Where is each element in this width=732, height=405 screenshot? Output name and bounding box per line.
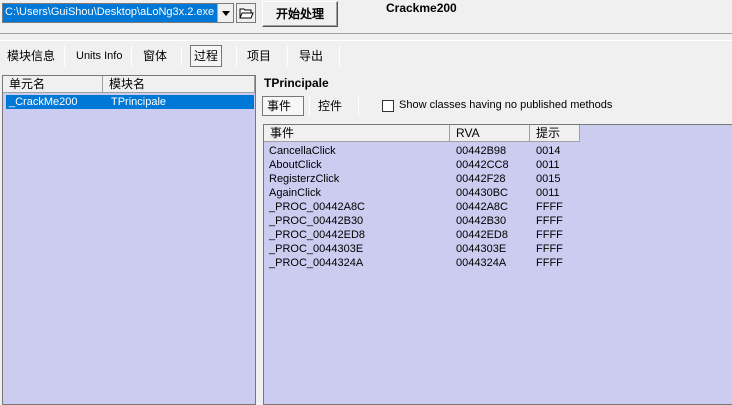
table-row[interactable]: _PROC_00442A8C 00442A8C FFFF <box>264 201 732 215</box>
list-item[interactable]: _CrackMe200 TPrincipale <box>6 95 254 109</box>
event-name: CancellaClick <box>269 145 336 157</box>
column-header-unit[interactable]: 单元名 <box>3 76 103 93</box>
column-header-hint[interactable]: 提示 <box>530 125 580 142</box>
event-name: _PROC_00442A8C <box>269 201 366 213</box>
event-name: AgainClick <box>269 187 321 199</box>
tab-separator <box>131 46 132 66</box>
progress-bar <box>0 33 732 41</box>
table-row[interactable]: _PROC_00442ED8 00442ED8 FFFF <box>264 229 732 243</box>
tab-forms[interactable]: 窗体 <box>140 45 170 67</box>
tab-controls[interactable]: 控件 <box>318 97 342 115</box>
event-hint: FFFF <box>536 243 563 255</box>
tab-separator <box>358 97 359 116</box>
column-header-rva[interactable]: RVA <box>450 125 530 142</box>
event-rva: 004430BC <box>456 187 508 199</box>
event-hint: 0011 <box>536 159 560 171</box>
event-rva: 00442ED8 <box>456 229 508 241</box>
event-name: RegisterzClick <box>269 173 340 185</box>
tab-exports[interactable]: 导出 <box>296 45 326 67</box>
column-header-module[interactable]: 模块名 <box>103 76 255 93</box>
unit-list[interactable]: 单元名 模块名 _CrackMe200 TPrincipale <box>2 75 256 405</box>
table-row[interactable]: RegisterzClick 00442F28 0015 <box>264 173 732 187</box>
event-name: _PROC_00442ED8 <box>269 229 366 241</box>
tab-separator <box>236 46 237 66</box>
open-file-button[interactable] <box>236 3 256 23</box>
folder-open-icon <box>239 8 254 19</box>
tab-separator <box>181 46 182 66</box>
event-hint: 0011 <box>536 187 560 199</box>
column-header-event[interactable]: 事件 <box>264 125 450 142</box>
event-list[interactable]: 事件 RVA 提示 CancellaClick 00442B98 0014 About… <box>263 124 732 405</box>
table-row[interactable]: CancellaClick 00442B98 0014 <box>264 145 732 159</box>
event-rva: 00442A8C <box>456 201 508 213</box>
table-row[interactable]: AgainClick 004430BC 0011 <box>264 187 732 201</box>
event-rva: 00442B30 <box>456 215 507 227</box>
file-path-value[interactable]: C:\Users\GuiShou\Desktop\aLoNg3x.2.exe <box>3 4 217 22</box>
tab-project[interactable]: 项目 <box>244 45 274 67</box>
event-rva: 0044324A <box>456 257 507 269</box>
tab-separator <box>339 46 340 66</box>
app-title: Crackme200 <box>386 1 457 15</box>
chevron-down-icon[interactable] <box>217 4 233 22</box>
file-path-combo[interactable]: C:\Users\GuiShou\Desktop\aLoNg3x.2.exe <box>2 3 234 23</box>
event-name: _PROC_00442B30 <box>269 215 364 227</box>
event-hint: 0014 <box>536 145 561 157</box>
start-process-button[interactable]: 开始处理 <box>262 1 338 27</box>
tab-module-info[interactable]: 模块信息 <box>4 45 58 67</box>
show-classes-checkbox[interactable] <box>382 100 394 112</box>
event-name: _PROC_0044324A <box>269 257 364 269</box>
event-rva: 00442F28 <box>456 173 506 185</box>
event-rva: 0044303E <box>456 243 507 255</box>
table-row[interactable]: _PROC_00442B30 00442B30 FFFF <box>264 215 732 229</box>
event-rva: 00442CC8 <box>456 159 509 171</box>
event-hint: FFFF <box>536 215 563 227</box>
event-rva: 00442B98 <box>456 145 507 157</box>
tab-events[interactable]: 事件 <box>262 96 304 116</box>
event-hint: FFFF <box>536 229 563 241</box>
event-hint: FFFF <box>536 257 563 269</box>
event-name: AboutClick <box>269 159 322 171</box>
event-hint: 0015 <box>536 173 561 185</box>
tab-separator <box>287 46 288 66</box>
tab-separator <box>309 97 310 116</box>
tab-procedures[interactable]: 过程 <box>190 45 223 67</box>
module-name: TPrincipale <box>111 96 167 108</box>
table-row[interactable]: _PROC_0044324A 0044324A FFFF <box>264 257 732 271</box>
class-name: TPrincipale <box>264 76 329 90</box>
tab-units-info[interactable]: Units Info <box>73 45 125 67</box>
table-row[interactable]: _PROC_0044303E 0044303E FFFF <box>264 243 732 257</box>
show-classes-label[interactable]: Show classes having no published methods <box>399 99 612 111</box>
table-row[interactable]: AboutClick 00442CC8 0011 <box>264 159 732 173</box>
event-name: _PROC_0044303E <box>269 243 364 255</box>
event-hint: FFFF <box>536 201 563 213</box>
unit-name: _CrackMe200 <box>9 96 78 108</box>
tab-separator <box>64 46 65 66</box>
